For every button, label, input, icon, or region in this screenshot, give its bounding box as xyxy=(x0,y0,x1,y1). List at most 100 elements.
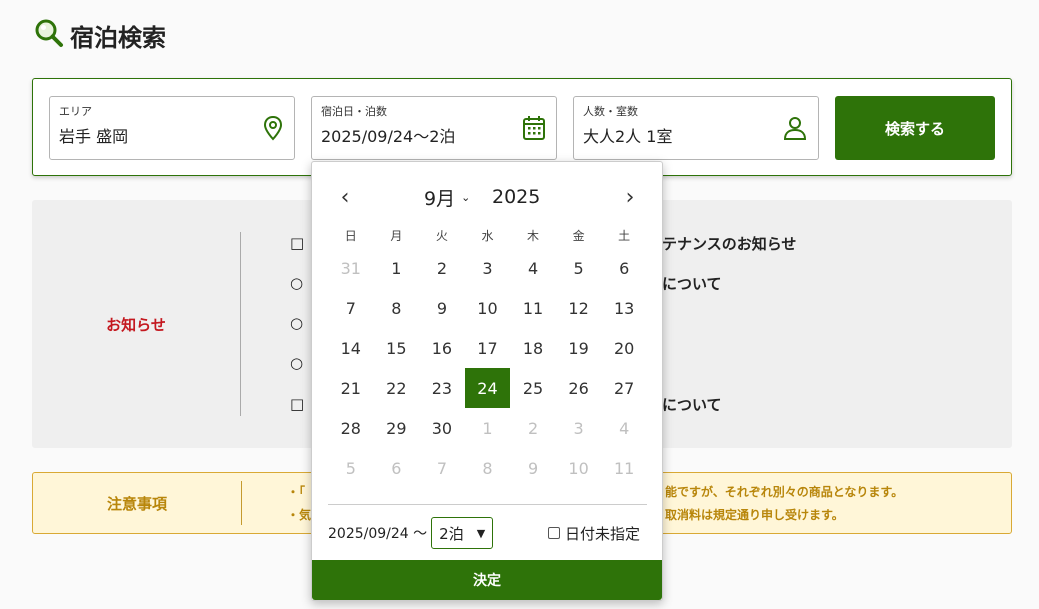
person-icon xyxy=(782,115,808,145)
calendar-day[interactable]: 6 xyxy=(601,248,647,288)
calendar-day[interactable]: 9 xyxy=(510,448,556,488)
calendar-day[interactable]: 23 xyxy=(419,368,465,408)
area-label: エリア xyxy=(59,105,92,118)
checkin-date-text: 2025/09/24 〜 xyxy=(328,526,428,542)
date-value: 2025/09/24〜2泊 xyxy=(321,127,456,146)
notice-divider xyxy=(240,232,241,416)
magnifier-icon xyxy=(34,18,64,52)
undated-checkbox[interactable]: 日付未指定 xyxy=(548,517,640,549)
calendar-grid: 日月火水木金土 31 1 2 3 4 5 6 7 8 9 10 11 12 13 14 15 16 17 18 19 20… xyxy=(328,222,647,488)
calendar-day-selected[interactable]: 24 xyxy=(464,368,511,408)
checkbox-box[interactable] xyxy=(548,527,560,539)
page-title: 宿泊検索 xyxy=(34,18,166,52)
calendar-day[interactable]: 26 xyxy=(556,368,602,408)
calendar-divider xyxy=(328,504,647,505)
calendar-day[interactable]: 22 xyxy=(374,368,420,408)
calendar-day[interactable]: 20 xyxy=(601,328,647,368)
calendar-day[interactable]: 5 xyxy=(328,448,374,488)
notice-link[interactable]: について xyxy=(662,273,722,294)
weekday-label: 土 xyxy=(618,228,631,243)
calendar-day[interactable]: 12 xyxy=(556,288,602,328)
calendar-day[interactable]: 5 xyxy=(556,248,602,288)
calendar-day[interactable]: 30 xyxy=(419,408,465,448)
weekday-label: 火 xyxy=(435,228,448,243)
caution-divider xyxy=(241,481,242,525)
calendar-day[interactable]: 7 xyxy=(419,448,465,488)
chevron-right-icon: › xyxy=(625,184,635,210)
notice-heading: お知らせ xyxy=(106,315,166,334)
notice-bullet: □ xyxy=(290,234,305,252)
chevron-left-icon: ‹ xyxy=(340,184,350,210)
chevron-down-icon: ⌄ xyxy=(461,190,471,204)
notice-bullet: □ xyxy=(290,395,305,413)
calendar-day[interactable]: 9 xyxy=(419,288,465,328)
calendar-day[interactable]: 3 xyxy=(465,248,511,288)
calendar-day[interactable]: 8 xyxy=(465,448,511,488)
calendar-day[interactable]: 4 xyxy=(510,248,556,288)
date-label: 宿泊日・泊数 xyxy=(321,105,387,118)
calendar-day[interactable]: 13 xyxy=(601,288,647,328)
weekday-label: 木 xyxy=(527,228,540,243)
confirm-button[interactable]: 決定 xyxy=(312,560,662,600)
caution-heading: 注意事項 xyxy=(106,494,167,513)
calendar-day[interactable]: 21 xyxy=(328,368,374,408)
calendar-icon xyxy=(522,115,546,145)
calendar-day[interactable]: 3 xyxy=(556,408,602,448)
caution-line-text: 取消料は規定通り申し受けます。 xyxy=(665,508,844,522)
undated-label: 日付未指定 xyxy=(565,524,641,543)
guests-value: 大人2人 1室 xyxy=(583,127,673,146)
nights-value: 2泊 xyxy=(439,524,464,543)
search-button[interactable]: 検索する xyxy=(835,96,995,160)
calendar-day[interactable]: 27 xyxy=(601,368,647,408)
prev-month-button[interactable]: ‹ xyxy=(333,184,357,210)
map-pin-icon xyxy=(262,115,284,145)
page-title-text: 宿泊検索 xyxy=(70,23,166,52)
caution-line-text: 能ですが、それぞれ別々の商品となります。 xyxy=(665,485,904,499)
nights-select[interactable]: 2泊 ▼ xyxy=(431,517,494,549)
weekday-label: 金 xyxy=(572,228,585,243)
calendar-day[interactable]: 15 xyxy=(374,328,420,368)
calendar-day[interactable]: 16 xyxy=(419,328,465,368)
calendar-day[interactable]: 10 xyxy=(465,288,511,328)
weekday-label: 日 xyxy=(344,228,357,243)
calendar-day[interactable]: 2 xyxy=(510,408,556,448)
next-month-button[interactable]: › xyxy=(618,184,642,210)
calendar-day[interactable]: 14 xyxy=(328,328,374,368)
weekday-label: 水 xyxy=(481,228,494,243)
guests-label: 人数・室数 xyxy=(583,105,638,118)
month-select[interactable]: 9月 ⌄ xyxy=(424,184,480,210)
notice-bullet: ○ xyxy=(290,314,304,332)
calendar-day[interactable]: 29 xyxy=(374,408,420,448)
calendar-day[interactable]: 8 xyxy=(374,288,420,328)
calendar-day[interactable]: 31 xyxy=(328,248,374,288)
area-field[interactable]: エリア 岩手 盛岡 xyxy=(49,96,295,160)
notice-bullet: ○ xyxy=(290,274,304,292)
calendar-day[interactable]: 7 xyxy=(328,288,374,328)
calendar-day[interactable]: 1 xyxy=(374,248,420,288)
area-value: 岩手 盛岡 xyxy=(59,127,129,146)
caution-line-prefix: ・気 xyxy=(287,508,312,522)
notice-link[interactable]: テナンスのお知らせ xyxy=(662,233,796,254)
caution-line-prefix: ・「 xyxy=(287,485,306,499)
date-field[interactable]: 宿泊日・泊数 2025/09/24〜2泊 xyxy=(311,96,557,160)
stay-summary: 2025/09/24 〜 2泊 ▼ xyxy=(328,517,494,549)
calendar-day[interactable]: 4 xyxy=(601,408,647,448)
calendar-day[interactable]: 18 xyxy=(510,328,556,368)
year-label: 2025 xyxy=(492,186,541,208)
calendar-day[interactable]: 17 xyxy=(465,328,511,368)
notice-bullet: ○ xyxy=(290,354,304,372)
calendar-day[interactable]: 10 xyxy=(556,448,602,488)
calendar-day[interactable]: 28 xyxy=(328,408,374,448)
calendar-day[interactable]: 6 xyxy=(374,448,420,488)
calendar-day[interactable]: 11 xyxy=(601,448,647,488)
weekday-label: 月 xyxy=(390,228,403,243)
calendar-day[interactable]: 19 xyxy=(556,328,602,368)
calendar-day[interactable]: 11 xyxy=(510,288,556,328)
calendar-day[interactable]: 25 xyxy=(510,368,556,408)
guests-field[interactable]: 人数・室数 大人2人 1室 xyxy=(573,96,819,160)
month-value: 9月 xyxy=(424,187,456,210)
notice-link[interactable]: について xyxy=(662,394,722,415)
calendar-day[interactable]: 1 xyxy=(465,408,511,448)
calendar-popup: ‹ 9月 ⌄ 2025 › 日月火水木金土 31 1 2 3 4 5 6 7 8 9 10 11 12 13… xyxy=(311,161,663,601)
calendar-day[interactable]: 2 xyxy=(419,248,465,288)
